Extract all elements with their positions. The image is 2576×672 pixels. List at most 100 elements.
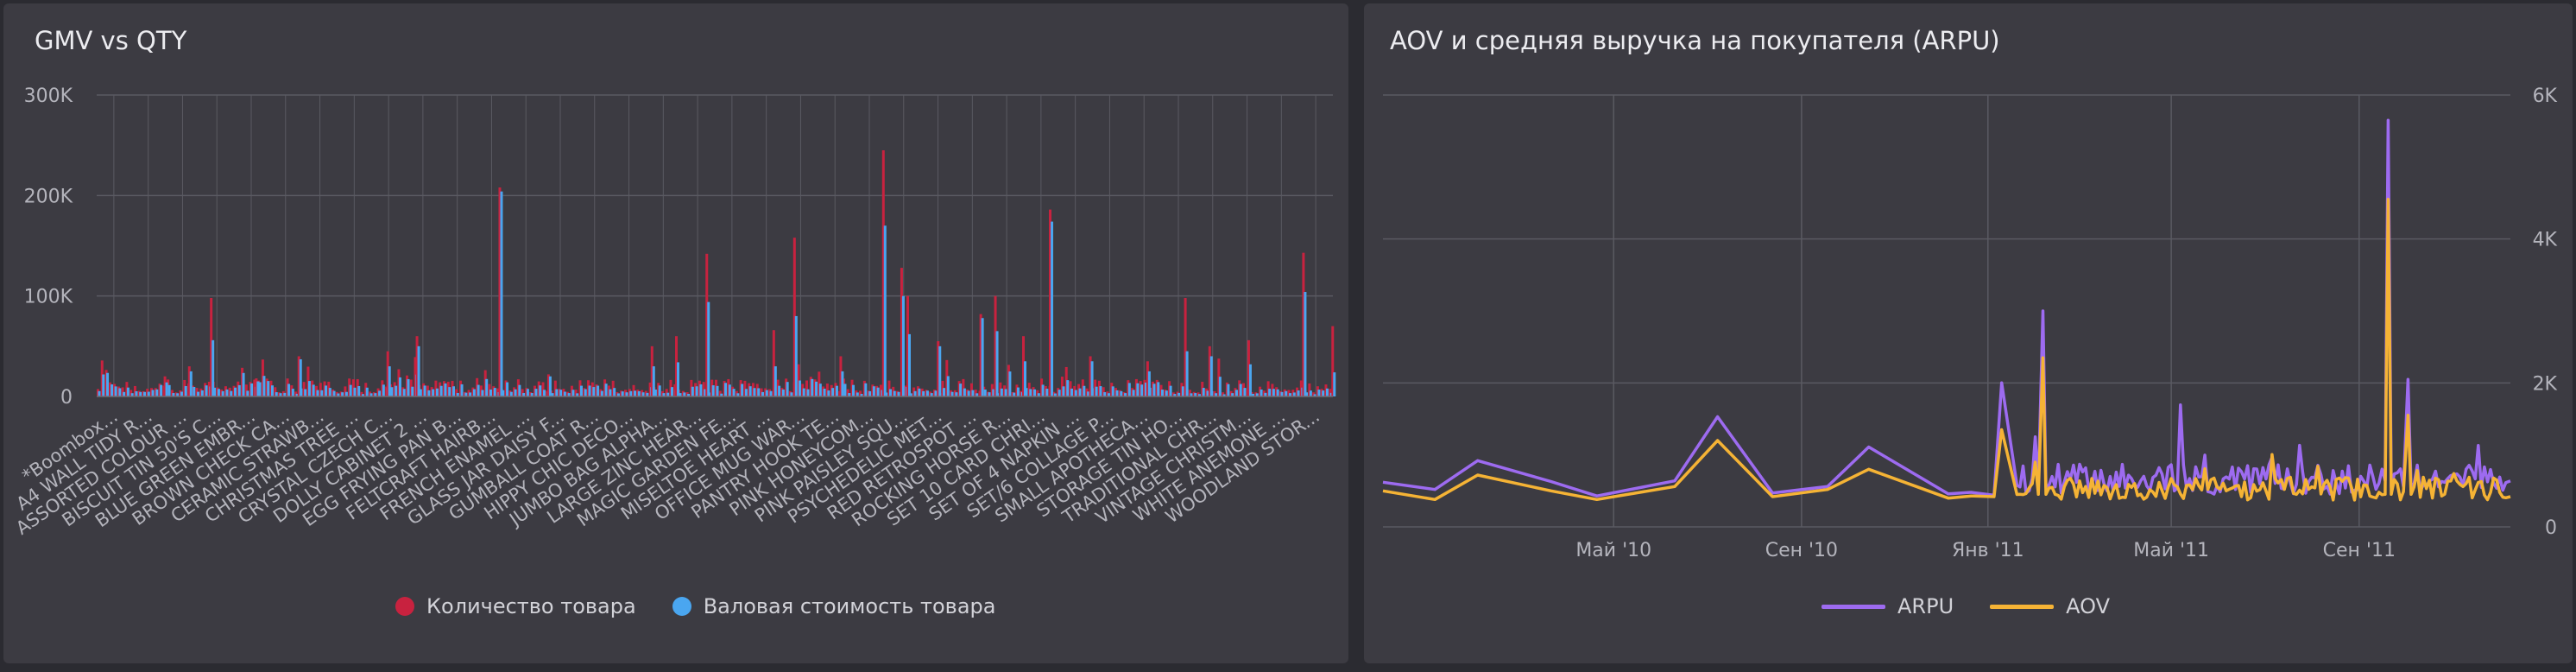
arpu-legend-swatch <box>1822 604 1885 609</box>
gmv-bar <box>432 389 435 396</box>
qty-legend-dot <box>395 597 414 616</box>
gmv-bar <box>427 390 431 396</box>
legend-item-qty[interactable]: Количество товара <box>395 594 636 618</box>
gmv-bar <box>901 295 905 396</box>
gmv-bar <box>604 384 608 396</box>
gmv-bar <box>559 390 563 396</box>
gmv-bar <box>1309 390 1312 396</box>
gmv-bar <box>325 385 328 396</box>
y-tick-label: 4K <box>2533 230 2558 251</box>
gmv-bar <box>1070 388 1074 396</box>
gmv-bar <box>579 385 583 396</box>
legend-item-aov[interactable]: AOV <box>1990 594 2110 618</box>
gmv-bar <box>1132 390 1135 396</box>
gmv-bar <box>1260 389 1263 396</box>
x-tick-label: Май '10 <box>1575 540 1651 561</box>
gmv-bar <box>1234 390 1238 396</box>
legend-item-gmv[interactable]: Валовая стоимость товара <box>672 594 995 618</box>
gmv-bar <box>514 389 517 396</box>
gmv-bar <box>332 390 336 396</box>
gmv-bar <box>382 384 385 396</box>
gmv-bar <box>402 389 406 396</box>
gmv-bar <box>1140 384 1144 396</box>
arpu-legend-label: ARPU <box>1897 594 1954 618</box>
gmv-bar <box>707 301 710 396</box>
aov-arpu-line-chart: 0 2K 4K 6K Май '10 Сен '10 Янв '11 Май '11 Сен '… <box>1382 86 2558 561</box>
gmv-bar <box>584 389 587 396</box>
gmv-bar <box>893 390 896 396</box>
gmv-bar <box>143 391 147 396</box>
gmv-bar <box>123 391 126 396</box>
gmv-bar <box>1004 389 1007 396</box>
aov-arpu-panel: AOV и средняя выручка на покупателя (ARP… <box>1364 3 2573 663</box>
gmv-bar <box>493 388 496 396</box>
gmv-bar <box>1202 388 1205 396</box>
gmv-bar <box>230 390 233 396</box>
gmv-bar <box>1090 361 1094 396</box>
gmv-bar <box>913 390 917 396</box>
gmv-bar <box>417 346 420 396</box>
gmv-bar <box>888 389 892 396</box>
gmv-bar <box>102 374 105 396</box>
gmv-bar <box>786 382 789 396</box>
gmv-bar <box>1115 390 1119 396</box>
gmv-bar <box>411 386 414 396</box>
gmv-bar <box>98 390 101 396</box>
gmv-bar <box>212 339 215 396</box>
gmv-bar <box>798 380 801 396</box>
gmv-bar <box>852 384 856 396</box>
gmv-bar <box>831 388 835 396</box>
gmv-bar <box>934 390 938 396</box>
gmv-bar <box>963 388 966 396</box>
gmv-bar <box>1227 384 1230 396</box>
y-tick-label: 2K <box>2533 373 2558 395</box>
gmv-bar <box>139 391 142 396</box>
gmv-bar <box>1304 292 1307 396</box>
gmv-bar <box>802 388 805 396</box>
gmv-bar <box>753 388 756 396</box>
gmv-bar <box>1016 387 1020 396</box>
gmv-bar <box>344 391 348 396</box>
gmv-bar <box>200 390 204 396</box>
gmv-bar <box>1058 390 1061 396</box>
gmv-bar <box>781 389 785 396</box>
gmv-bar <box>234 387 237 396</box>
gmv-bar <box>827 390 830 396</box>
x-tick-label: Сен '11 <box>2323 540 2396 561</box>
gmv-bar <box>732 389 736 396</box>
legend-item-arpu[interactable]: ARPU <box>1822 594 1954 618</box>
gmv-bar <box>876 387 880 396</box>
gmv-bar <box>1243 388 1247 396</box>
gmv-bar <box>563 391 566 396</box>
gmv-bar <box>1239 384 1242 396</box>
gmv-bar <box>423 385 426 396</box>
gmv-bar <box>794 315 798 396</box>
gmv-bar <box>353 387 357 396</box>
gmv-bar <box>1074 390 1077 396</box>
gmv-bar <box>349 384 352 396</box>
gmv-bar <box>981 318 984 396</box>
gmv-bar <box>676 362 679 396</box>
gmv-bar <box>883 225 887 396</box>
gmv-bar <box>1169 385 1172 396</box>
gmv-bar <box>1008 371 1012 396</box>
gmv-bar <box>299 358 302 396</box>
gmv-bar <box>823 388 826 396</box>
gmv-bar <box>155 389 159 396</box>
gmv-bar <box>435 388 439 396</box>
gmv-bar <box>950 391 954 396</box>
gmv-bar <box>180 391 183 396</box>
gmv-bar <box>652 366 655 396</box>
gmv-bar <box>841 371 844 396</box>
gmv-bar <box>110 384 114 396</box>
gmv-bar <box>543 390 546 396</box>
gmv-bar <box>1209 356 1213 396</box>
gmv-bar <box>225 389 229 396</box>
gmv-qty-bar-chart: 0100K200K300K*Boombox...A4 WALL TIDY R..… <box>12 86 1336 539</box>
gmv-bar <box>448 387 451 396</box>
aov-legend-swatch <box>1990 604 2055 609</box>
gmv-bar <box>217 389 220 396</box>
gmv-bar <box>165 382 168 396</box>
gmv-bar <box>1161 390 1165 396</box>
gmv-bar <box>365 387 369 396</box>
